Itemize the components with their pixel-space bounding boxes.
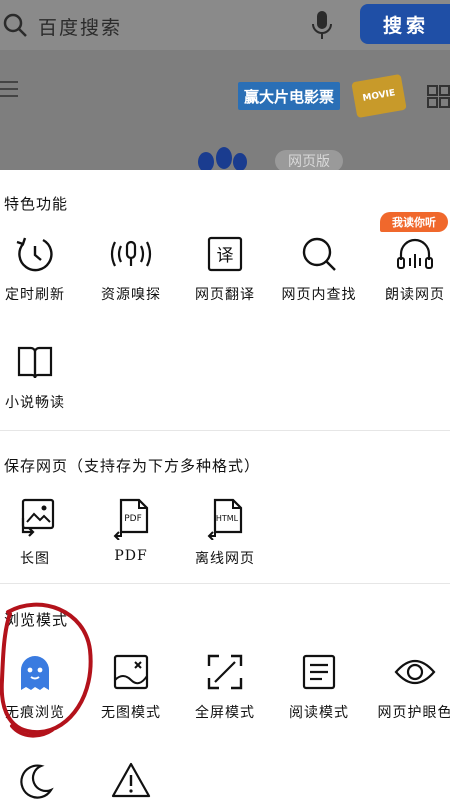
features-section-title: 特色功能	[4, 195, 69, 213]
headphones-icon	[397, 238, 433, 269]
no-image-mode-button[interactable]: 无图模式	[86, 650, 176, 722]
search-input[interactable]: 百度搜索	[38, 13, 122, 40]
listen-badge: 我读你听	[380, 212, 448, 232]
translate-button[interactable]: 译 网页翻译	[180, 232, 270, 304]
movie-promo-banner[interactable]: 赢大片电影票	[238, 82, 341, 110]
read-aloud-label: 朗读网页	[385, 287, 445, 303]
report-button[interactable]	[86, 760, 176, 801]
baidu-paw-logo	[198, 147, 247, 170]
sniff-wave-icon	[110, 240, 152, 267]
translate-label: 网页翻译	[195, 287, 255, 303]
eye-icon	[394, 659, 436, 685]
find-in-page-label: 网页内查找	[281, 287, 357, 303]
find-in-page-button[interactable]: 网页内查找	[274, 232, 364, 304]
section-divider	[0, 430, 450, 431]
annotation-circle	[0, 602, 93, 738]
section-divider	[0, 583, 450, 584]
fullscreen-icon	[207, 654, 243, 690]
html-file-icon: HTML	[207, 498, 243, 540]
translate-glyph: 译	[217, 246, 234, 266]
pdf-label: PDF	[114, 548, 148, 564]
warning-icon	[111, 762, 151, 798]
magnifier-icon	[302, 237, 336, 271]
save-pdf-button[interactable]: PDF PDF	[86, 496, 176, 564]
fullscreen-mode-button[interactable]: 全屏模式	[180, 650, 270, 722]
fullscreen-mode-label: 全屏模式	[195, 705, 255, 721]
translate-icon: 译	[207, 236, 243, 272]
search-icon	[3, 13, 27, 37]
resource-sniff-label: 资源嗅探	[101, 287, 161, 303]
reading-mode-label: 阅读模式	[289, 705, 349, 721]
read-aloud-button[interactable]: 朗读网页	[370, 232, 450, 304]
web-version-pill[interactable]: 网页版	[275, 150, 343, 172]
long-image-button[interactable]: 长图	[0, 496, 80, 568]
html-glyph: HTML	[216, 514, 239, 523]
long-image-icon	[21, 498, 55, 537]
pdf-file-icon: PDF	[113, 498, 149, 540]
offline-page-button[interactable]: HTML 离线网页	[180, 496, 270, 568]
eye-care-label: 网页护眼色	[377, 705, 450, 721]
novel-reading-button[interactable]: 小说畅读	[0, 340, 80, 412]
offline-page-label: 离线网页	[195, 551, 255, 567]
novel-reading-label: 小说畅读	[5, 395, 65, 411]
reading-mode-button[interactable]: 阅读模式	[274, 650, 364, 722]
search-bar[interactable]: 百度搜索 搜索	[0, 0, 450, 50]
timed-refresh-label: 定时刷新	[5, 287, 65, 303]
clock-refresh-icon	[16, 237, 53, 272]
menu-icon[interactable]	[0, 78, 20, 100]
pdf-glyph: PDF	[124, 514, 142, 524]
reading-doc-icon	[302, 654, 336, 690]
microphone-icon[interactable]	[308, 8, 336, 42]
moon-icon	[20, 764, 54, 799]
no-image-mode-label: 无图模式	[101, 705, 161, 721]
open-book-icon	[17, 346, 53, 379]
eye-care-button[interactable]: 网页护眼色	[370, 650, 450, 722]
resource-sniff-button[interactable]: 资源嗅探	[86, 232, 176, 304]
timed-refresh-button[interactable]: 定时刷新	[0, 232, 80, 304]
search-button[interactable]: 搜索	[360, 4, 450, 44]
long-image-label: 长图	[20, 551, 50, 567]
grid-apps-icon[interactable]	[426, 84, 450, 108]
save-section-title: 保存网页（支持存为下方多种格式）	[4, 457, 261, 475]
no-image-icon	[113, 654, 149, 690]
night-mode-button[interactable]	[0, 760, 80, 801]
